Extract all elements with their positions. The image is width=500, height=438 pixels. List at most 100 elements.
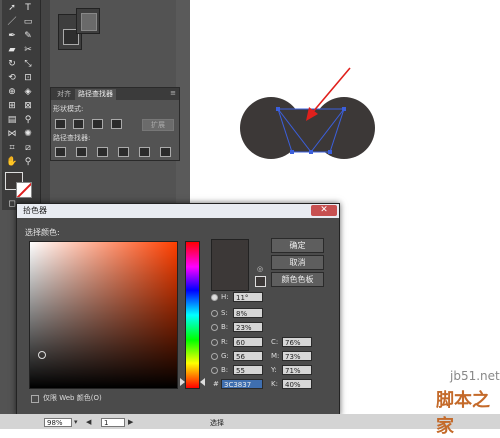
web-only-checkbox[interactable]: [31, 395, 39, 403]
hue-slider[interactable]: [185, 241, 200, 389]
black-row: K: 40%: [271, 379, 321, 389]
magenta-field[interactable]: 73%: [282, 351, 312, 361]
blend-tool-icon[interactable]: ⋈: [5, 128, 19, 140]
hex-label: #: [213, 380, 219, 388]
zoom-tool-icon[interactable]: ⚲: [21, 156, 35, 168]
selection-tool-icon[interactable]: ➚: [5, 2, 19, 14]
hue-radio[interactable]: [211, 294, 218, 301]
saturation-field[interactable]: 8%: [233, 308, 263, 318]
stroke-color-swatch[interactable]: [16, 182, 32, 198]
tab-align[interactable]: 对齐: [54, 89, 74, 100]
collapsed-panel-b[interactable]: [76, 8, 100, 34]
yellow-label: Y:: [271, 366, 277, 374]
expand-button[interactable]: 扩展: [142, 119, 174, 131]
hex-row: # 3C3837: [211, 379, 271, 389]
eyedropper-tool-icon[interactable]: ⚲: [21, 114, 35, 126]
anchor-point[interactable]: [309, 150, 313, 154]
blue-field[interactable]: 55: [233, 365, 263, 375]
shape-modes-label: 形状模式:: [53, 105, 84, 113]
brightness-field[interactable]: 23%: [233, 322, 263, 332]
anchor-point[interactable]: [290, 150, 294, 154]
hue-slider-arrow-left-icon[interactable]: [180, 378, 185, 386]
anchor-point[interactable]: [328, 150, 332, 154]
tab-pathfinder[interactable]: 路径查找器: [75, 89, 116, 100]
cyan-field[interactable]: 76%: [282, 337, 312, 347]
eraser-tool-icon[interactable]: ▰: [5, 44, 19, 56]
red-label: R:: [221, 338, 229, 346]
divide-icon[interactable]: [55, 147, 66, 157]
hex-field[interactable]: 3C3837: [221, 379, 263, 389]
zoom-dropdown-icon[interactable]: ▾: [74, 418, 78, 426]
out-of-gamut-cube-icon[interactable]: ◎: [257, 265, 263, 273]
hand-tool-icon[interactable]: ✋: [5, 156, 19, 168]
green-field[interactable]: 56: [233, 351, 263, 361]
red-field[interactable]: 60: [233, 337, 263, 347]
shape-builder-tool-icon[interactable]: ⊕: [5, 86, 19, 98]
blue-radio[interactable]: [211, 367, 218, 374]
line-tool-icon[interactable]: ／: [5, 16, 19, 28]
exclude-icon[interactable]: [111, 119, 122, 129]
color-field[interactable]: [29, 241, 178, 389]
pen-tool-icon[interactable]: ✒: [5, 30, 19, 42]
live-paint-tool-icon[interactable]: ◈: [21, 86, 35, 98]
anchor-point[interactable]: [276, 107, 280, 111]
black-field[interactable]: 40%: [282, 379, 312, 389]
brightness-radio[interactable]: [211, 324, 218, 331]
tools-panel: ➚ T ／ ▭ ✒ ✎ ▰ ✂ ↻ ⤡ ⟲ ⊡ ⊕ ◈ ⊞ ⊠ ▤ ⚲ ⋈ ✺ …: [2, 0, 41, 210]
hue-field[interactable]: 11°: [233, 292, 263, 302]
merge-icon[interactable]: [97, 147, 108, 157]
rotate-tool-icon[interactable]: ↻: [5, 58, 19, 70]
status-mode-label[interactable]: 选择: [210, 418, 224, 428]
scale-tool-icon[interactable]: ⤡: [21, 58, 35, 70]
warp-tool-icon[interactable]: ⟲: [5, 72, 19, 84]
symbol-sprayer-tool-icon[interactable]: ✺: [21, 128, 35, 140]
perspective-grid-tool-icon[interactable]: ⊞: [5, 100, 19, 112]
blue-row: B: 55: [211, 365, 271, 375]
crop-icon[interactable]: [118, 147, 129, 157]
cancel-button[interactable]: 取消: [271, 255, 324, 270]
yellow-field[interactable]: 71%: [282, 365, 312, 375]
prev-artboard-icon[interactable]: ◀: [86, 418, 91, 426]
artboard-tool-icon[interactable]: ⌗: [5, 142, 19, 154]
trim-icon[interactable]: [76, 147, 87, 157]
hue-row: H: 11°: [211, 292, 271, 302]
hue-slider-arrow-right-icon[interactable]: [200, 378, 205, 386]
document-icon: [81, 13, 97, 31]
next-artboard-icon[interactable]: ▶: [128, 418, 133, 426]
web-only-label: 仅限 Web 颜色(O): [43, 394, 102, 402]
gamut-warning-swatch[interactable]: [255, 276, 266, 287]
intersect-icon[interactable]: [92, 119, 103, 129]
artboard-number-field[interactable]: 1: [101, 418, 125, 427]
slice-tool-icon[interactable]: ⧄: [21, 142, 35, 154]
close-icon[interactable]: ✕: [311, 205, 337, 216]
green-radio[interactable]: [211, 353, 218, 360]
brightness-label: B:: [221, 323, 229, 331]
new-color-preview: [211, 239, 249, 291]
green-label: G:: [221, 352, 229, 360]
red-radio[interactable]: [211, 339, 218, 346]
minus-front-icon[interactable]: [73, 119, 84, 129]
zoom-field[interactable]: 98%: [44, 418, 72, 427]
hue-label: H:: [221, 293, 229, 301]
unite-icon[interactable]: [55, 119, 66, 129]
outline-icon[interactable]: [139, 147, 150, 157]
ok-button[interactable]: 确定: [271, 238, 324, 253]
free-transform-tool-icon[interactable]: ⊡: [21, 72, 35, 84]
scissors-tool-icon[interactable]: ✂: [21, 44, 35, 56]
minus-back-icon[interactable]: [160, 147, 171, 157]
red-row: R: 60: [211, 337, 271, 347]
rectangle-tool-icon[interactable]: ▭: [21, 16, 35, 28]
panel-menu-icon[interactable]: ≡: [170, 89, 176, 97]
pencil-tool-icon[interactable]: ✎: [21, 30, 35, 42]
color-swatches-button[interactable]: 颜色色板: [271, 272, 324, 287]
watermark-name: 脚本之家: [436, 390, 490, 437]
type-tool-icon[interactable]: T: [21, 2, 35, 14]
saturation-radio[interactable]: [211, 310, 218, 317]
dialog-titlebar[interactable]: 拾色器 ✕: [17, 204, 339, 218]
gradient-tool-icon[interactable]: ▤: [5, 114, 19, 126]
pathfinder-tabbar: 对齐 路径查找器 ≡: [51, 88, 179, 100]
pathfinders-label: 路径查找器:: [53, 134, 91, 142]
brightness-row: B: 23%: [211, 322, 271, 332]
color-field-cursor[interactable]: [38, 351, 46, 359]
mesh-tool-icon[interactable]: ⊠: [21, 100, 35, 112]
